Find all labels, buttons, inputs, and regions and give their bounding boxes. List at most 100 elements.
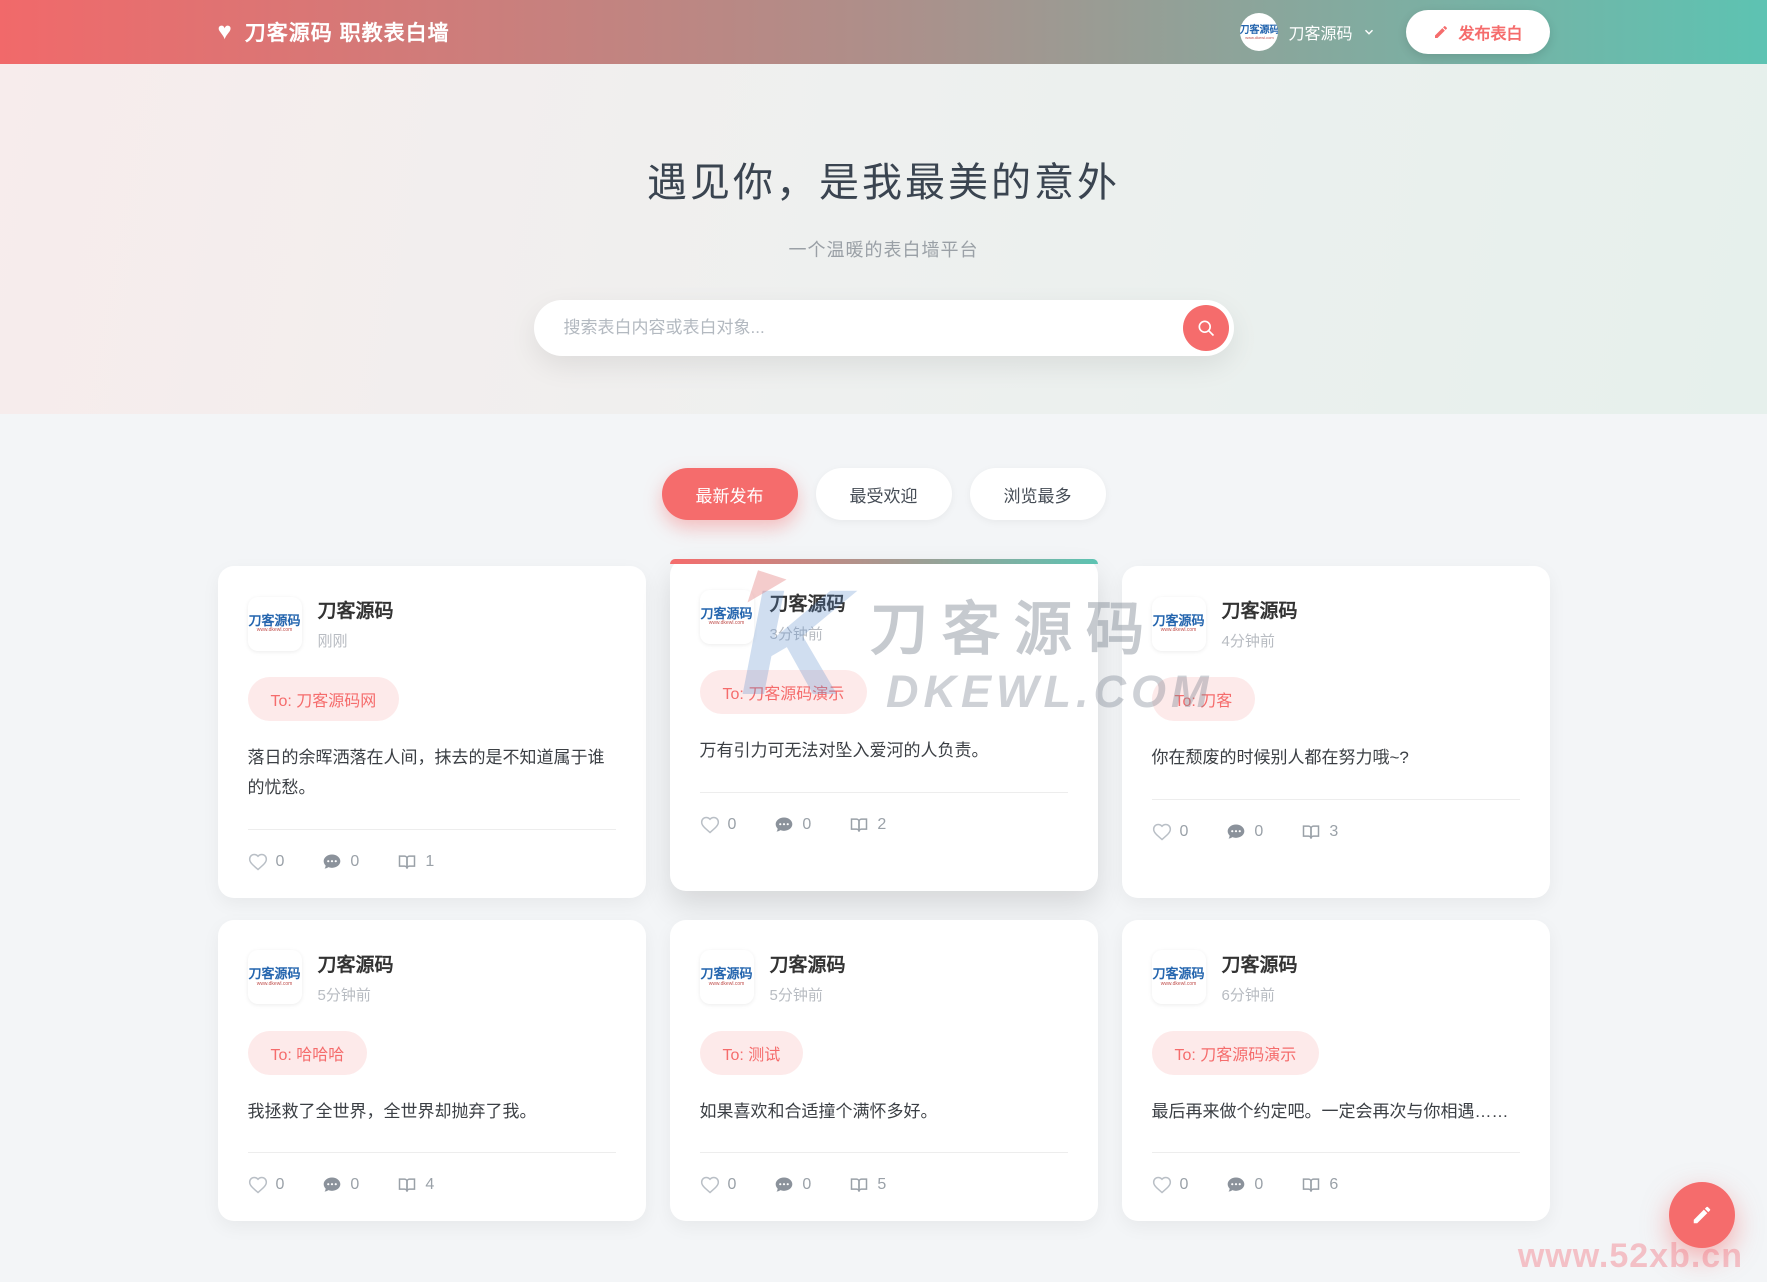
comment-stat[interactable]: 0: [1226, 822, 1263, 842]
card-avatar: 刀客源码 www.dkewl.com: [699, 950, 754, 1004]
author-name: 刀客源码: [1221, 954, 1298, 976]
tab-0[interactable]: 最新发布: [661, 468, 798, 520]
views-stat[interactable]: 4: [397, 1175, 434, 1195]
header: ♥ 刀客源码 职教表白墙 刀客源码 www.dkewl.com 刀客源码 发布表…: [0, 0, 1767, 64]
card-stats: 0 0 1: [247, 828, 616, 872]
speech-bubble-icon: [1228, 824, 1245, 839]
confession-card[interactable]: 刀客源码 www.dkewl.com 刀客源码 4分钟前 To: 刀客 你在颓废…: [1121, 566, 1550, 898]
to-badge: To: 刀客源码网: [247, 677, 400, 721]
to-badge: To: 刀客源码演示: [699, 670, 868, 714]
speech-bubble-icon: [324, 1177, 341, 1192]
to-badge: To: 哈哈哈: [247, 1030, 368, 1075]
search-input[interactable]: [533, 300, 1234, 356]
like-stat[interactable]: 0: [700, 1175, 737, 1195]
pencil-icon: [1693, 1206, 1711, 1224]
post-time: 5分钟前: [317, 986, 371, 1004]
card-avatar: 刀客源码 www.dkewl.com: [699, 589, 754, 644]
publish-button[interactable]: 发布表白: [1406, 10, 1550, 54]
open-book-icon: [399, 1178, 416, 1193]
search-button[interactable]: [1182, 305, 1229, 351]
avatar-logo-text: 刀客源码: [700, 605, 753, 621]
message-text: 最后再来做个约定吧。一定会再次与你相遇……: [1151, 1101, 1509, 1121]
views-stat[interactable]: 2: [849, 815, 886, 835]
to-badge: To: 刀客: [1151, 677, 1256, 721]
speech-bubble-icon: [776, 1177, 793, 1192]
author-name: 刀客源码: [769, 954, 846, 976]
comment-count: 0: [350, 1176, 360, 1194]
avatar-logo-text: 刀客源码: [700, 966, 753, 982]
comment-stat[interactable]: 0: [774, 815, 811, 835]
filter-tabs: 最新发布 最受欢迎 浏览最多: [0, 468, 1767, 520]
message-text: 落日的余晖洒落在人间，抹去的是不知道属于谁的忧愁。: [247, 748, 605, 797]
like-count: 0: [1179, 1176, 1189, 1194]
confession-card[interactable]: 刀客源码 www.dkewl.com 刀客源码 刚刚 To: 刀客源码网 落日的…: [217, 566, 646, 898]
confession-card[interactable]: 刀客源码 www.dkewl.com 刀客源码 3分钟前 To: 刀客源码演示 …: [669, 559, 1098, 891]
views-count: 2: [877, 815, 887, 833]
user-name: 刀客源码: [1288, 26, 1353, 43]
tab-1[interactable]: 最受欢迎: [815, 468, 952, 520]
avatar-logo-sub: www.dkewl.com: [256, 980, 293, 987]
views-stat[interactable]: 5: [849, 1175, 886, 1195]
like-stat[interactable]: 0: [700, 815, 737, 835]
cards-grid: 刀客源码 www.dkewl.com 刀客源码 刚刚 To: 刀客源码网 落日的…: [217, 559, 1550, 1222]
post-time: 6分钟前: [1221, 986, 1275, 1004]
heart-outline-icon: [248, 853, 267, 871]
views-stat[interactable]: 3: [1301, 822, 1338, 842]
like-count: 0: [275, 852, 285, 870]
comment-stat[interactable]: 0: [774, 1175, 811, 1195]
comment-stat[interactable]: 0: [1226, 1175, 1263, 1195]
open-book-icon: [1303, 1178, 1320, 1193]
like-count: 0: [275, 1176, 285, 1194]
brand-title: 刀客源码 职教表白墙: [244, 22, 450, 45]
comment-stat[interactable]: 0: [322, 852, 359, 872]
avatar-logo-text: 刀客源码: [1240, 24, 1279, 36]
open-book-icon: [851, 818, 868, 832]
compose-fab-button[interactable]: [1669, 1182, 1735, 1248]
avatar-logo-sub: www.dkewl.com: [708, 620, 745, 627]
avatar-logo-sub: www.dkewl.com: [1245, 34, 1274, 40]
confession-card[interactable]: 刀客源码 www.dkewl.com 刀客源码 5分钟前 To: 测试 如果喜欢…: [669, 919, 1098, 1222]
author-name: 刀客源码: [769, 594, 846, 615]
comment-stat[interactable]: 0: [322, 1175, 359, 1195]
message-text: 如果喜欢和合适撞个满怀多好。: [699, 1101, 938, 1121]
chevron-down-icon: [1365, 29, 1374, 35]
hero-title: 遇见你，是我最美的意外: [647, 161, 1120, 205]
user-avatar: 刀客源码 www.dkewl.com: [1240, 13, 1279, 51]
speech-bubble-icon: [1228, 1177, 1245, 1192]
speech-bubble-icon: [776, 817, 793, 832]
like-stat[interactable]: 0: [1152, 822, 1188, 842]
confession-card[interactable]: 刀客源码 www.dkewl.com 刀客源码 5分钟前 To: 哈哈哈 我拯救…: [217, 919, 646, 1222]
like-stat[interactable]: 0: [248, 852, 285, 872]
post-time: 5分钟前: [769, 986, 823, 1004]
to-badge: To: 刀客源码演示: [1151, 1030, 1320, 1075]
confession-card[interactable]: 刀客源码 www.dkewl.com 刀客源码 6分钟前 To: 刀客源码演示 …: [1121, 919, 1550, 1222]
card-avatar: 刀客源码 www.dkewl.com: [247, 596, 302, 651]
open-book-icon: [1303, 825, 1320, 839]
card-stats: 0 0 6: [1151, 1152, 1520, 1195]
publish-label: 发布表白: [1458, 26, 1523, 43]
card-stats: 0 0 2: [699, 791, 1068, 835]
like-stat[interactable]: 0: [248, 1175, 285, 1195]
magnifier-icon: [1198, 320, 1214, 337]
user-menu[interactable]: 刀客源码 www.dkewl.com 刀客源码: [1240, 13, 1376, 51]
search-bar: [533, 300, 1234, 356]
page: ♥ 刀客源码 职教表白墙 刀客源码 www.dkewl.com 刀客源码 发布表…: [0, 0, 1767, 1282]
open-book-icon: [399, 854, 416, 869]
message-text: 我拯救了全世界，全世界却抛弃了我。: [247, 1101, 537, 1121]
views-stat[interactable]: 1: [397, 852, 434, 872]
open-book-icon: [851, 1178, 868, 1193]
author-name: 刀客源码: [317, 954, 394, 976]
card-accent-bar: [669, 559, 1098, 564]
author-name: 刀客源码: [1221, 601, 1298, 622]
views-stat[interactable]: 6: [1301, 1175, 1338, 1195]
like-count: 0: [727, 1176, 737, 1194]
like-stat[interactable]: 0: [1152, 1175, 1189, 1195]
card-stats: 0 0 4: [247, 1152, 616, 1195]
author-name: 刀客源码: [317, 601, 394, 622]
avatar-logo-sub: www.dkewl.com: [256, 627, 293, 634]
views-count: 4: [425, 1176, 435, 1194]
heart-outline-icon: [1152, 1176, 1171, 1194]
like-count: 0: [727, 815, 737, 833]
tab-2[interactable]: 浏览最多: [969, 468, 1106, 520]
avatar-logo-text: 刀客源码: [1152, 612, 1205, 628]
